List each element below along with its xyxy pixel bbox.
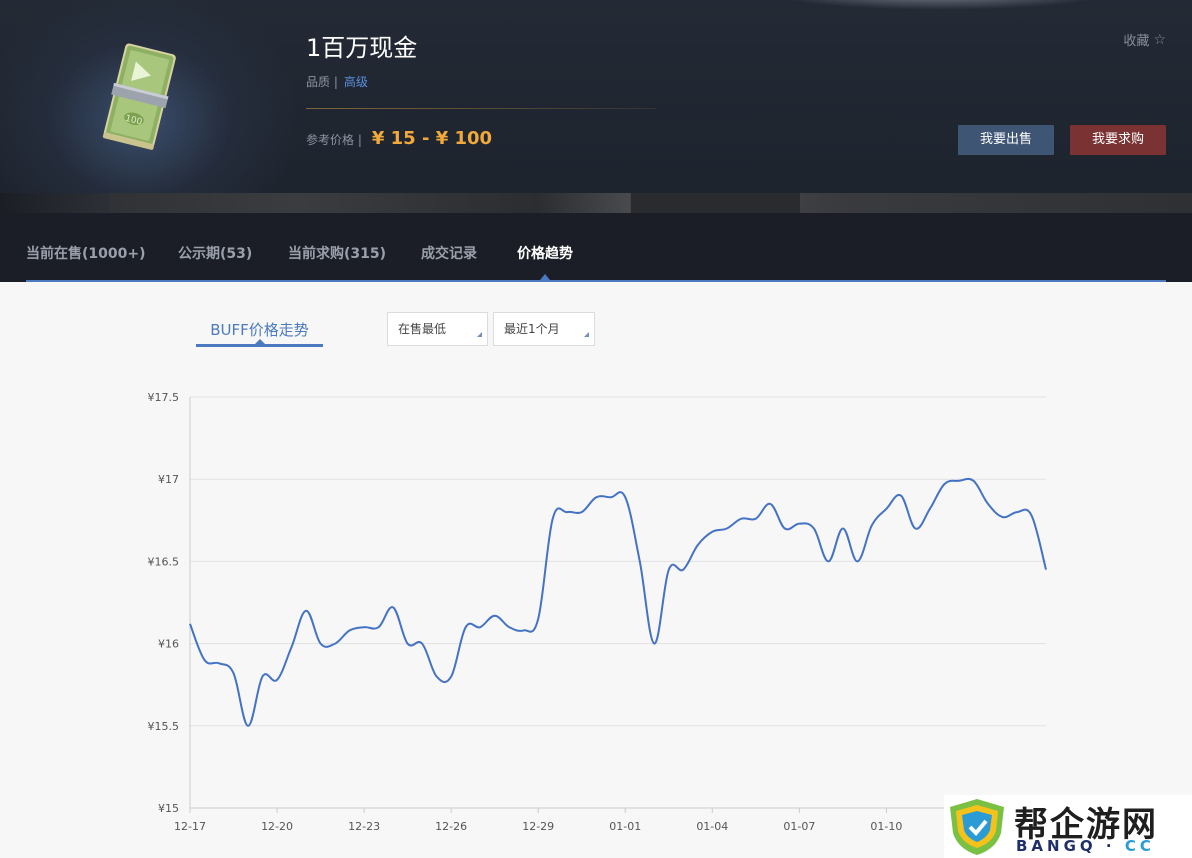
item-header: 100 1百万现金 品质 | 高级 参考价格 | ¥ 15 - ¥ 100 收藏 … — [0, 0, 1192, 213]
reference-price-value: ¥ 15 - ¥ 100 — [371, 128, 493, 149]
y-tick-label: ¥15 — [158, 802, 179, 815]
favorite-label: 收藏 — [1123, 34, 1150, 49]
x-tick-label: 01-04 — [696, 820, 728, 833]
x-tick-label: 12-23 — [348, 820, 380, 833]
buy-request-button[interactable]: 我要求购 — [1070, 125, 1166, 155]
tab-buy-orders[interactable]: 当前求购(315) — [288, 243, 386, 263]
watermark-subtext: BANGQ · CC — [1016, 837, 1155, 855]
cash-bundle-icon: 100 — [102, 43, 176, 150]
x-tick-label: 01-07 — [783, 820, 815, 833]
y-tick-label: ¥16 — [158, 638, 179, 651]
price-series-line — [189, 477, 1047, 727]
tab-price-trend[interactable]: 价格趋势 — [517, 243, 573, 263]
x-tick-label: 12-26 — [435, 820, 467, 833]
header-divider — [306, 108, 656, 109]
chart-axes: ¥15 ¥15.5 ¥16 ¥16.5 ¥17 ¥17.5 12-17 12-20 12-23 1… — [148, 391, 903, 833]
watermark-shield-logo — [950, 799, 1004, 855]
chart-tab-buff-price[interactable]: BUFF价格走势 — [196, 319, 323, 340]
x-tick-label: 12-20 — [261, 820, 293, 833]
tab-on-sale[interactable]: 当前在售(1000+) — [26, 243, 146, 263]
chart-tab-underline — [196, 344, 323, 347]
chart-series — [189, 477, 1047, 727]
tab-publicity[interactable]: 公示期(53) — [178, 243, 252, 263]
item-title: 1百万现金 — [306, 34, 418, 62]
quality-label: 品质 | — [306, 75, 338, 89]
tab-underline — [26, 280, 1166, 282]
x-tick-label: 12-17 — [174, 820, 206, 833]
price-type-select[interactable]: 在售最低 — [387, 312, 488, 346]
x-tick-label: 12-29 — [522, 820, 554, 833]
y-tick-label: ¥16.5 — [148, 555, 180, 568]
active-tab-caret — [540, 274, 550, 280]
x-tick-label: 01-01 — [609, 820, 641, 833]
y-tick-label: ¥17.5 — [148, 391, 180, 404]
time-range-select[interactable]: 最近1个月 — [493, 312, 595, 346]
quality-value[interactable]: 高级 — [344, 75, 368, 89]
chart-tab-caret — [255, 339, 265, 344]
watermark: 帮企游网 BANGQ · CC — [944, 795, 1192, 858]
time-range-value: 最近1个月 — [504, 322, 560, 336]
y-tick-label: ¥15.5 — [148, 720, 180, 733]
price-type-value: 在售最低 — [398, 322, 447, 336]
dropdown-arrow-icon — [584, 332, 589, 337]
chart-grid — [190, 396, 1046, 809]
header-glow — [760, 0, 1120, 10]
quality-row: 品质 | 高级 — [306, 73, 368, 90]
reference-price-label: 参考价格 | — [306, 133, 362, 147]
reference-price-row: 参考价格 | ¥ 15 - ¥ 100 — [306, 128, 492, 149]
tab-trade-history[interactable]: 成交记录 — [421, 243, 477, 263]
tab-bar: 当前在售(1000+) 公示期(53) 当前求购(315) 成交记录 价格趋势 — [0, 213, 1192, 282]
price-trend-chart: ¥15 ¥15.5 ¥16 ¥16.5 ¥17 ¥17.5 12-17 12-20 12-23 1… — [148, 391, 1047, 833]
header-background-band — [0, 193, 1192, 213]
favorite-button[interactable]: 收藏 ☆ — [1123, 30, 1166, 50]
star-outline-icon: ☆ — [1153, 31, 1166, 48]
sell-button[interactable]: 我要出售 — [958, 125, 1054, 155]
x-tick-label: 01-10 — [870, 820, 902, 833]
dropdown-arrow-icon — [477, 332, 482, 337]
y-tick-label: ¥17 — [158, 473, 179, 486]
